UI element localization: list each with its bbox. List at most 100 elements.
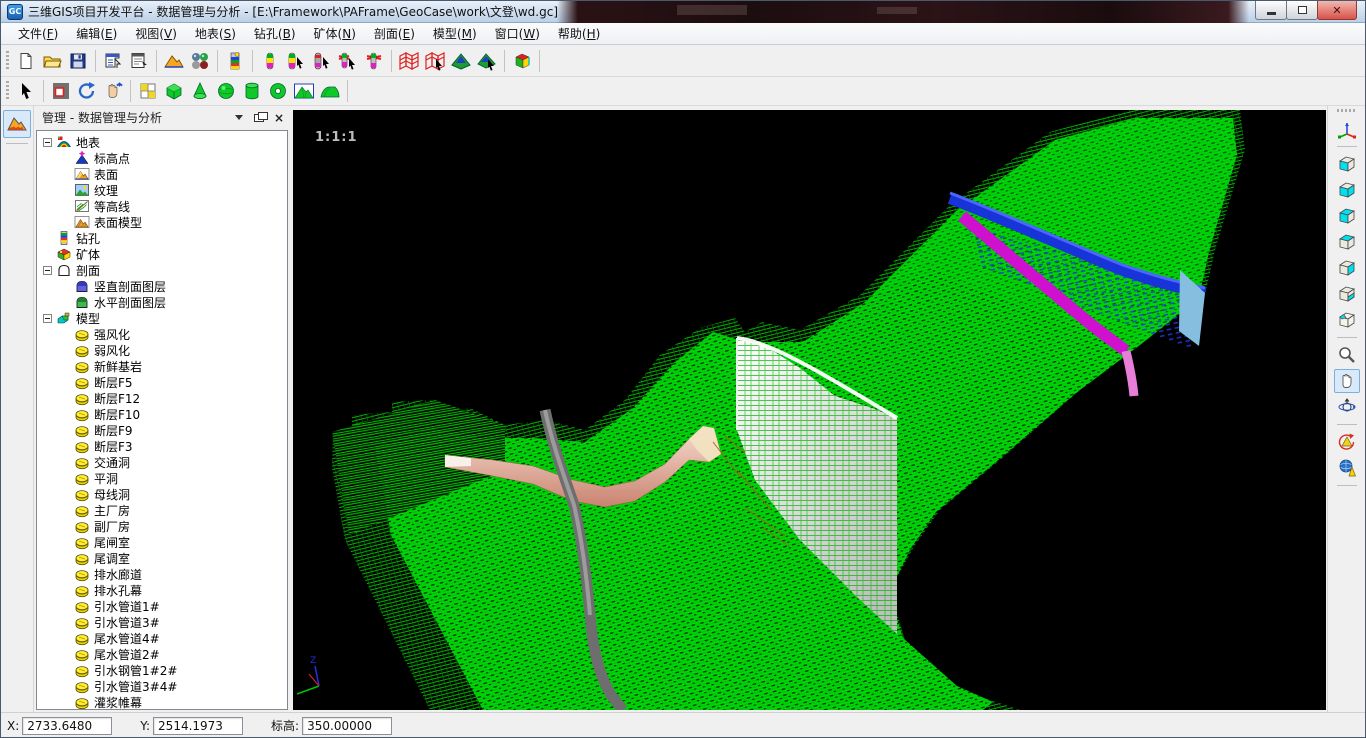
tree-item[interactable]: 尾闸室 bbox=[37, 534, 287, 550]
menu-item[interactable]: 模型(M) bbox=[424, 23, 486, 44]
borehole-legend-button[interactable] bbox=[222, 48, 248, 74]
tree-item[interactable]: 尾调室 bbox=[37, 550, 287, 566]
panel-float-button[interactable] bbox=[252, 111, 266, 125]
view-right-button[interactable] bbox=[1334, 256, 1360, 280]
primitive-wedge-button[interactable] bbox=[317, 78, 343, 104]
tree-item[interactable]: 断层F3 bbox=[37, 438, 287, 454]
menu-item[interactable]: 帮助(H) bbox=[549, 23, 609, 44]
report-view-button[interactable] bbox=[100, 48, 126, 74]
tree-item[interactable]: 尾水管道4# bbox=[37, 630, 287, 646]
primitive-cone-button[interactable] bbox=[187, 78, 213, 104]
tree-item[interactable]: 引水管道3# bbox=[37, 614, 287, 630]
tree-item[interactable]: 尾水管道2# bbox=[37, 646, 287, 662]
viewport-3d[interactable]: 1:1:1 bbox=[293, 110, 1326, 710]
zoom-tool-button[interactable] bbox=[1334, 343, 1360, 367]
view-top-button[interactable] bbox=[1334, 230, 1360, 254]
view-iso-button[interactable] bbox=[1334, 308, 1360, 332]
orebody-select-button[interactable] bbox=[474, 48, 500, 74]
tree-item[interactable]: 交通洞 bbox=[37, 454, 287, 470]
open-file-button[interactable] bbox=[39, 48, 65, 74]
menu-item[interactable]: 视图(V) bbox=[126, 23, 186, 44]
borehole-add-button[interactable] bbox=[257, 48, 283, 74]
tree-item[interactable]: 断层F12 bbox=[37, 390, 287, 406]
view-left-button[interactable] bbox=[1334, 178, 1360, 202]
tree-item[interactable]: 等高线 bbox=[37, 198, 287, 214]
close-button[interactable]: ✕ bbox=[1317, 1, 1357, 20]
tree-item[interactable]: 表面 bbox=[37, 166, 287, 182]
color-cube-button[interactable] bbox=[509, 48, 535, 74]
save-file-button[interactable] bbox=[65, 48, 91, 74]
tree-item[interactable]: 排水廊道 bbox=[37, 566, 287, 582]
primitive-torus-button[interactable] bbox=[265, 78, 291, 104]
tree-item[interactable]: 母线洞 bbox=[37, 486, 287, 502]
tree-item[interactable]: 剖面 bbox=[37, 262, 287, 278]
tree-item[interactable]: 主厂房 bbox=[37, 502, 287, 518]
section-view-button[interactable] bbox=[396, 48, 422, 74]
tree-item[interactable]: 强风化 bbox=[37, 326, 287, 342]
view-bottom-button[interactable] bbox=[1334, 282, 1360, 306]
tree-item[interactable]: 钻孔 bbox=[37, 230, 287, 246]
toolbar-grip[interactable] bbox=[6, 51, 9, 71]
tree-expand-toggle[interactable] bbox=[43, 266, 52, 275]
restore-button[interactable] bbox=[1286, 1, 1318, 20]
toolbar-grip[interactable] bbox=[6, 81, 9, 101]
material-spheres-button[interactable] bbox=[187, 48, 213, 74]
menu-item[interactable]: 编辑(E) bbox=[67, 23, 126, 44]
tree-item[interactable]: 平洞 bbox=[37, 470, 287, 486]
texture-grid-button[interactable] bbox=[135, 78, 161, 104]
report-edit-button[interactable] bbox=[126, 48, 152, 74]
primitive-sphere-button[interactable] bbox=[213, 78, 239, 104]
zoom-window-button[interactable] bbox=[48, 78, 74, 104]
borehole-delete-select-button[interactable] bbox=[335, 48, 361, 74]
tree-item[interactable]: 断层F10 bbox=[37, 406, 287, 422]
pan-move-button[interactable] bbox=[100, 78, 126, 104]
section-select-button[interactable] bbox=[422, 48, 448, 74]
tree-expand-toggle[interactable] bbox=[43, 138, 52, 147]
pan-tool-button[interactable] bbox=[1334, 369, 1360, 393]
tree-item[interactable]: 标高点 bbox=[37, 150, 287, 166]
spin-tool-button[interactable] bbox=[1334, 430, 1360, 454]
borehole-delete-button[interactable] bbox=[361, 48, 387, 74]
tree-item[interactable]: 引水管道1# bbox=[37, 598, 287, 614]
tree-item[interactable]: 表面模型 bbox=[37, 214, 287, 230]
tree-item[interactable]: 地表 bbox=[37, 134, 287, 150]
menu-item[interactable]: 剖面(E) bbox=[365, 23, 424, 44]
primitive-cube-button[interactable] bbox=[161, 78, 187, 104]
menu-item[interactable]: 矿体(N) bbox=[305, 23, 365, 44]
tree-item[interactable]: 新鲜基岩 bbox=[37, 358, 287, 374]
surface-analysis-button[interactable] bbox=[3, 110, 31, 138]
select-arrow-button[interactable] bbox=[13, 78, 39, 104]
toolbar-grip[interactable] bbox=[1337, 109, 1357, 112]
tree-item[interactable]: 纹理 bbox=[37, 182, 287, 198]
menu-item[interactable]: 钻孔(B) bbox=[245, 23, 305, 44]
primitive-cylinder-button[interactable] bbox=[239, 78, 265, 104]
menu-item[interactable]: 文件(F) bbox=[9, 23, 67, 44]
axis-3d-button[interactable] bbox=[1334, 117, 1360, 141]
menu-item[interactable]: 窗口(W) bbox=[486, 23, 549, 44]
tree-item[interactable]: 模型 bbox=[37, 310, 287, 326]
panel-menu-button[interactable] bbox=[232, 111, 246, 125]
surface-box-button[interactable] bbox=[291, 78, 317, 104]
titlebar[interactable]: GC 三维GIS项目开发平台 - 数据管理与分析 - [E:\Framework… bbox=[1, 1, 1365, 23]
orebody-view-button[interactable] bbox=[448, 48, 474, 74]
tree-item[interactable]: 副厂房 bbox=[37, 518, 287, 534]
tree-item[interactable]: 矿体 bbox=[37, 246, 287, 262]
rotate-view-button[interactable] bbox=[74, 78, 100, 104]
panel-close-button[interactable]: × bbox=[272, 111, 286, 125]
walkthrough-tool-button[interactable] bbox=[1334, 456, 1360, 480]
tree-expand-toggle[interactable] bbox=[43, 314, 52, 323]
orbit-tool-button[interactable] bbox=[1334, 395, 1360, 419]
tree-item[interactable]: 水平剖面图层 bbox=[37, 294, 287, 310]
borehole-select-button[interactable] bbox=[283, 48, 309, 74]
tree-item[interactable]: 竖直剖面图层 bbox=[37, 278, 287, 294]
tree-item[interactable]: 引水钢管1#2# bbox=[37, 662, 287, 678]
borehole-edit-button[interactable] bbox=[309, 48, 335, 74]
tree-item[interactable]: 断层F5 bbox=[37, 374, 287, 390]
new-file-button[interactable] bbox=[13, 48, 39, 74]
tree-item[interactable]: 引水管道3#4# bbox=[37, 678, 287, 694]
tree-item[interactable]: 灌浆帷幕 bbox=[37, 694, 287, 710]
view-front-top-button[interactable] bbox=[1334, 204, 1360, 228]
panel-header[interactable]: 管理 - 数据管理与分析 × bbox=[34, 106, 291, 129]
tree-item[interactable]: 排水孔幕 bbox=[37, 582, 287, 598]
surface-view-button[interactable] bbox=[161, 48, 187, 74]
